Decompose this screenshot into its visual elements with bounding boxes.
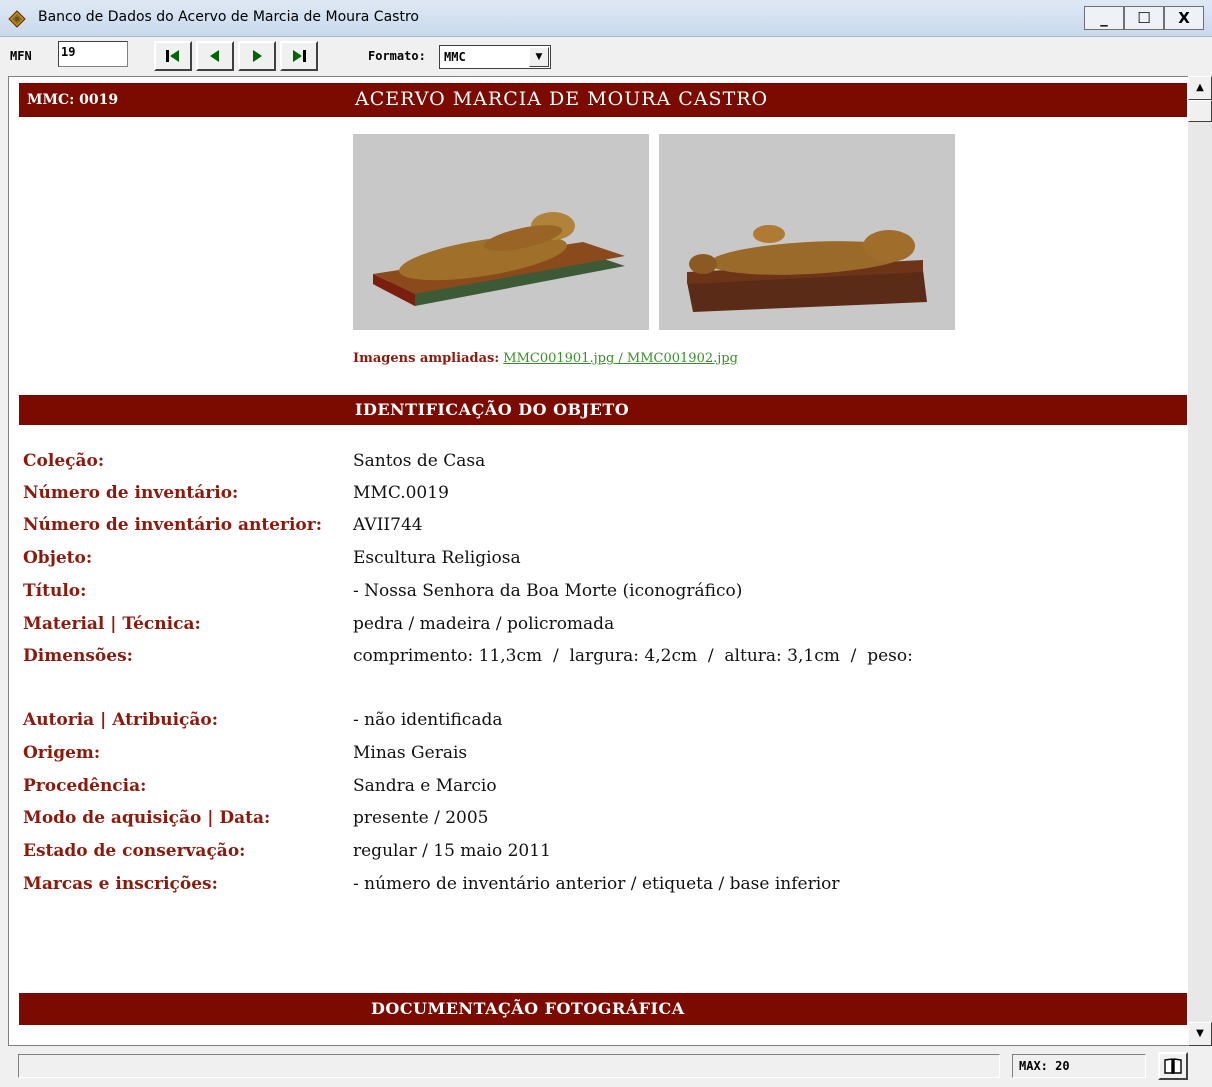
field-label-autoria: Autoria | Atribuição:: [23, 710, 219, 730]
field-label-estado-conservacao: Estado de conservação:: [23, 841, 246, 861]
record-view: MMC: 0019 ACERVO MARCIA DE MOURA CASTRO …: [8, 76, 1190, 1046]
field-value-procedencia: Sandra e Marcio: [353, 776, 497, 796]
field-label-material: Material | Técnica:: [23, 614, 201, 634]
field-label-procedencia: Procedência:: [23, 776, 147, 796]
next-record-icon: [253, 50, 262, 62]
chevron-down-icon[interactable]: ▼: [529, 47, 549, 67]
field-value-estado-conservacao: regular / 15 maio 2011: [353, 841, 551, 861]
status-bar: MAX: 20: [0, 1046, 1212, 1087]
field-value-numero-inventario: MMC.0019: [353, 483, 449, 503]
images-caption-label: Imagens ampliadas:: [353, 351, 500, 366]
next-record-button[interactable]: [238, 41, 276, 71]
close-button[interactable]: X: [1164, 6, 1204, 30]
record-header: MMC: 0019 ACERVO MARCIA DE MOURA CASTRO: [19, 83, 1187, 117]
title-bar: Banco de Dados do Acervo de Marcia de Mo…: [0, 0, 1212, 37]
max-records: MAX: 20: [1012, 1054, 1146, 1078]
field-label-marcas: Marcas e inscrições:: [23, 874, 218, 894]
field-value-objeto: Escultura Religiosa: [353, 548, 521, 568]
scroll-up-icon[interactable]: ▲: [1188, 76, 1212, 100]
field-value-dimensoes: comprimento: 11,3cm / largura: 4,2cm / a…: [353, 646, 913, 666]
book-button[interactable]: [1158, 1052, 1188, 1080]
images-link[interactable]: MMC001901.jpg / MMC001902.jpg: [503, 351, 738, 366]
images-caption: Imagens ampliadas: MMC001901.jpg / MMC00…: [353, 351, 738, 366]
mfn-label: MFN: [10, 49, 32, 63]
formato-select[interactable]: MMC ▼: [439, 45, 551, 69]
mfn-input[interactable]: 19: [58, 41, 128, 67]
field-value-titulo: - Nossa Senhora da Boa Morte (iconográfi…: [353, 581, 743, 601]
section-documentacao: DOCUMENTAÇÃO FOTOGRÁFICA: [19, 993, 1187, 1025]
scroll-thumb[interactable]: [1188, 100, 1212, 122]
field-label-numero-inventario: Número de inventário:: [23, 483, 239, 503]
book-icon: [1164, 1058, 1182, 1074]
field-label-colecao: Coleção:: [23, 451, 105, 471]
scroll-down-icon[interactable]: ▼: [1188, 1022, 1212, 1046]
toolbar: MFN 19 Formato: MMC ▼: [0, 37, 1212, 75]
object-photo-1: [353, 134, 649, 330]
field-label-modo-aquisicao: Modo de aquisição | Data:: [23, 808, 271, 828]
field-value-origem: Minas Gerais: [353, 743, 468, 763]
field-label-numero-anterior: Número de inventário anterior:: [23, 515, 322, 535]
first-record-icon: [166, 50, 179, 62]
first-record-button[interactable]: [154, 41, 192, 71]
formato-value: MMC: [444, 50, 466, 64]
collection-title: ACERVO MARCIA DE MOURA CASTRO: [355, 88, 769, 110]
previous-record-button[interactable]: [196, 41, 234, 71]
field-value-colecao: Santos de Casa: [353, 451, 486, 471]
section-documentacao-title: DOCUMENTAÇÃO FOTOGRÁFICA: [371, 999, 685, 1018]
last-record-icon: [293, 50, 306, 62]
object-photo-2: [659, 134, 955, 330]
vertical-scrollbar[interactable]: ▲ ▼: [1188, 76, 1212, 1046]
field-label-dimensoes: Dimensões:: [23, 646, 133, 666]
section-identificacao: IDENTIFICAÇÃO DO OBJETO: [19, 395, 1187, 425]
section-identificacao-title: IDENTIFICAÇÃO DO OBJETO: [355, 400, 630, 419]
field-value-material: pedra / madeira / policromada: [353, 614, 615, 634]
field-value-numero-anterior: AVII744: [353, 515, 423, 535]
app-icon: [8, 10, 26, 28]
window-title: Banco de Dados do Acervo de Marcia de Mo…: [38, 9, 419, 25]
formato-label: Formato:: [368, 49, 426, 63]
record-code: MMC: 0019: [27, 92, 119, 108]
field-label-origem: Origem:: [23, 743, 101, 763]
field-value-modo-aquisicao: presente / 2005: [353, 808, 489, 828]
maximize-button[interactable]: ☐: [1124, 6, 1164, 30]
field-value-autoria: - não identificada: [353, 710, 503, 730]
previous-record-icon: [210, 50, 219, 62]
field-label-titulo: Título:: [23, 581, 87, 601]
status-text: [18, 1054, 1000, 1078]
field-value-marcas: - número de inventário anterior / etique…: [353, 874, 840, 894]
last-record-button[interactable]: [280, 41, 318, 71]
field-label-objeto: Objeto:: [23, 548, 93, 568]
minimize-button[interactable]: _: [1084, 6, 1124, 30]
